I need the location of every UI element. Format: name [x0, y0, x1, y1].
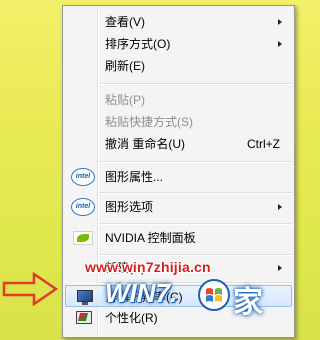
menu-item-shortcut: Ctrl+Z — [247, 137, 280, 151]
intel-icon: intel — [71, 198, 95, 216]
submenu-arrow-icon — [278, 204, 282, 210]
menu-item-view[interactable]: 查看(V) — [65, 11, 292, 33]
menu-item-label: 撤消 重命名(U) — [105, 137, 185, 151]
menu-separator — [99, 161, 292, 163]
menu-item-label: 刷新(E) — [105, 59, 145, 73]
menu-item-graphics-options[interactable]: intel 图形选项 — [65, 196, 292, 218]
menu-separator — [99, 254, 292, 256]
personalize-icon — [76, 311, 92, 324]
menu-item-label: NVIDIA 控制面板 — [105, 231, 196, 245]
red-arrow-pointer-icon — [2, 272, 58, 306]
menu-item-nvidia-control-panel[interactable]: NVIDIA 控制面板 — [65, 227, 292, 249]
nvidia-icon — [73, 231, 93, 245]
menu-item-label: 排序方式(O) — [105, 37, 171, 51]
submenu-arrow-icon — [278, 41, 282, 47]
submenu-arrow-icon — [278, 265, 282, 271]
menu-item-refresh[interactable]: 刷新(E) — [65, 55, 292, 77]
watermark-logo: WIN7. 家 — [105, 276, 280, 319]
menu-item-label: 图形选项 — [105, 200, 154, 214]
menu-item-paste-shortcut[interactable]: 粘贴快捷方式(S) — [65, 111, 292, 133]
menu-item-label: 图形属性... — [105, 170, 164, 184]
watermark-logo-text: WIN7. — [105, 278, 178, 308]
windows-flag-icon — [198, 279, 230, 311]
menu-item-sort-by[interactable]: 排序方式(O) — [65, 33, 292, 55]
menu-item-graphics-properties[interactable]: intel 图形属性... — [65, 166, 292, 188]
monitor-icon — [77, 290, 93, 305]
menu-item-paste[interactable]: 粘贴(P) — [65, 89, 292, 111]
menu-item-undo-rename[interactable]: 撤消 重命名(U) Ctrl+Z — [65, 133, 292, 155]
watermark-logo-char: 家 — [233, 286, 263, 319]
intel-icon: intel — [71, 168, 95, 186]
submenu-arrow-icon — [278, 19, 282, 25]
menu-separator — [99, 83, 292, 85]
watermark-url: www.win7zhijia.cn — [85, 259, 211, 275]
menu-item-label: 粘贴(P) — [105, 93, 145, 107]
menu-item-label: 粘贴快捷方式(S) — [105, 115, 193, 129]
menu-item-label: 查看(V) — [105, 15, 145, 29]
menu-separator — [99, 223, 292, 225]
menu-separator — [99, 192, 292, 194]
